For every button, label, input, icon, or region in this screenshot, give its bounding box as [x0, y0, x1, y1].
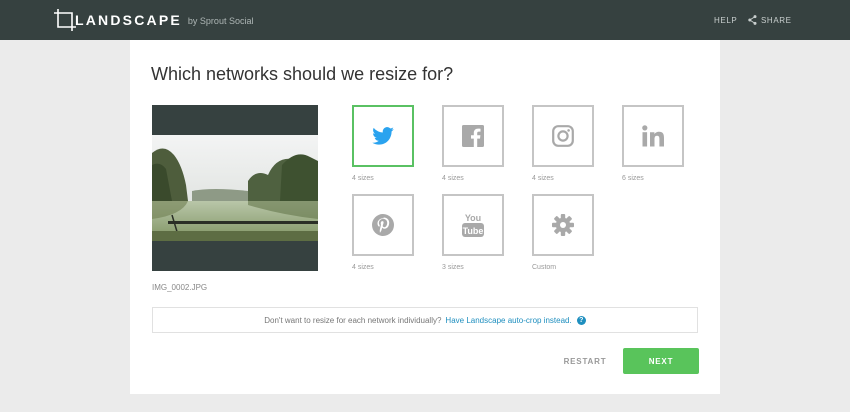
top-bar: LANDSCAPE by Sprout Social HELP SHARE — [0, 0, 850, 40]
image-filename: IMG_0002.JPG — [152, 283, 208, 292]
linkedin-tile[interactable] — [622, 105, 684, 167]
gear-icon — [552, 214, 574, 236]
linkedin-icon — [642, 125, 664, 147]
instagram-icon — [552, 125, 574, 147]
custom-sizes: Custom — [532, 264, 557, 271]
resize-card: Which networks should we resize for? IMG… — [130, 40, 720, 394]
share-icon — [748, 15, 757, 25]
svg-text:You: You — [465, 213, 481, 223]
share-link[interactable]: SHARE — [748, 0, 792, 40]
twitter-sizes: 4 sizes — [352, 175, 374, 182]
instagram-sizes: 4 sizes — [532, 175, 554, 182]
custom-tile[interactable] — [532, 194, 594, 256]
next-button[interactable]: NEXT — [623, 348, 699, 374]
restart-button[interactable]: RESTART — [560, 348, 610, 374]
help-label: HELP — [714, 15, 738, 25]
youtube-sizes: 3 sizes — [442, 264, 464, 271]
pinterest-tile[interactable] — [352, 194, 414, 256]
pinterest-sizes: 4 sizes — [352, 264, 374, 271]
youtube-tile[interactable]: You Tube — [442, 194, 504, 256]
autocrop-link[interactable]: Have Landscape auto-crop instead. — [445, 316, 571, 325]
svg-text:Tube: Tube — [463, 226, 484, 236]
youtube-icon: You Tube — [462, 213, 484, 237]
share-label: SHARE — [761, 15, 792, 25]
twitter-icon — [372, 127, 394, 145]
facebook-sizes: 4 sizes — [442, 175, 464, 182]
linkedin-sizes: 6 sizes — [622, 175, 644, 182]
landscape-logo[interactable]: LANDSCAPE by Sprout Social — [54, 8, 253, 32]
twitter-tile[interactable] — [352, 105, 414, 167]
question-icon[interactable]: ? — [576, 315, 586, 325]
photo-thumbnail — [152, 135, 318, 241]
instagram-tile[interactable] — [532, 105, 594, 167]
logo-byline: by Sprout Social — [187, 15, 254, 26]
facebook-tile[interactable] — [442, 105, 504, 167]
help-link[interactable]: HELP — [714, 0, 737, 40]
autocrop-banner: Don't want to resize for each network in… — [152, 307, 698, 333]
logo-crop-icon — [54, 9, 76, 31]
logo-text: LANDSCAPE — [75, 12, 182, 28]
pinterest-icon — [372, 214, 394, 236]
facebook-icon — [462, 125, 484, 147]
page-title: Which networks should we resize for? — [151, 64, 454, 84]
autocrop-question: Don't want to resize for each network in… — [264, 315, 442, 325]
image-preview — [152, 105, 318, 271]
